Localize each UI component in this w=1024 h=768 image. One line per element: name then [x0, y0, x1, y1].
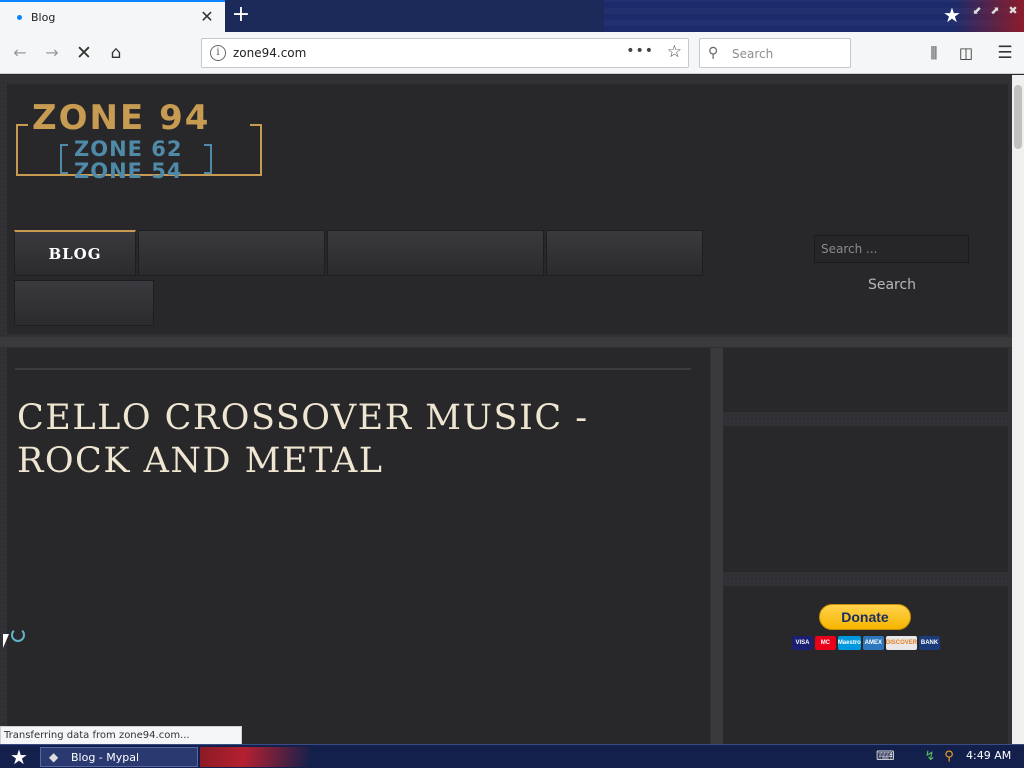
tab-title: Blog	[31, 10, 56, 24]
menu-item-3[interactable]	[327, 230, 544, 276]
mastercard-icon: MC	[814, 636, 836, 650]
logo-bracket-right	[204, 144, 212, 174]
search-icon: ⚲	[708, 45, 719, 61]
payment-cards: VISA MC Maestro AMEX DISCOVER BANK	[792, 636, 940, 652]
keyboard-icon[interactable]: ⌨	[876, 748, 895, 766]
menu-item-5[interactable]	[14, 280, 154, 326]
page-actions-icon[interactable]: •••	[626, 43, 654, 59]
sidebar-icon[interactable]: ◫	[955, 42, 977, 64]
url-bar[interactable]: i zone94.com ••• ☆	[201, 38, 689, 68]
post-title[interactable]: CELLO CROSSOVER MUSIC - ROCK AND METAL	[17, 397, 637, 483]
status-text: Transferring data from zone94.com...	[0, 726, 242, 745]
menu-item-blog[interactable]: BLOG	[14, 230, 136, 276]
main-menu: BLOG	[14, 230, 714, 330]
minimize-icon[interactable]: ⬋	[970, 4, 984, 18]
network-icon[interactable]: ↯	[922, 748, 938, 766]
mouse-cursor-icon	[3, 634, 15, 648]
logo-bracket-left	[60, 144, 68, 174]
forward-arrow-icon[interactable]: →	[40, 41, 64, 65]
menu-item-label: BLOG	[48, 245, 102, 263]
page-scrollbar[interactable]	[1012, 75, 1024, 744]
taskbar-flag	[200, 747, 310, 767]
sidebar-widget-2	[723, 426, 1008, 572]
window-close-icon[interactable]: ✖	[1006, 4, 1020, 18]
bank-icon: BANK	[919, 636, 940, 650]
os-taskbar: ★ ◆ Blog - Mypal ⌨ ↯ ⚲ 4:49 AM	[0, 744, 1024, 768]
menu-item-2[interactable]	[138, 230, 325, 276]
donate-button[interactable]: Donate	[819, 604, 911, 630]
menu-item-4[interactable]	[546, 230, 703, 276]
theme-star-icon: ★	[943, 3, 961, 27]
tab-strip: Blog ✕ + ★ ⬋ ⬈ ✖	[0, 0, 1024, 32]
browser-search-placeholder: Search	[732, 47, 774, 61]
library-icon[interactable]: ⫼	[923, 42, 945, 64]
start-star-icon[interactable]: ★	[8, 746, 30, 768]
bookmark-star-icon[interactable]: ☆	[667, 42, 682, 62]
screen: Blog ✕ + ★ ⬋ ⬈ ✖ ← → ✕ ⌂ i zone94.com ••…	[0, 0, 1024, 768]
logo-line-3: ZONE 54	[74, 159, 183, 183]
tab-close-icon[interactable]: ✕	[199, 9, 215, 25]
section-divider	[0, 337, 1012, 347]
tab-blog[interactable]: Blog ✕	[0, 0, 225, 32]
site-search-input[interactable]: Search ...	[814, 235, 969, 263]
maestro-icon: Maestro	[837, 636, 861, 650]
content-separator	[15, 368, 691, 370]
navigation-toolbar: ← → ✕ ⌂ i zone94.com ••• ☆ ⚲ Search ⫼ ◫ …	[0, 32, 1024, 74]
sidebar-widget-1	[723, 348, 1008, 412]
loading-dot-icon	[17, 14, 22, 20]
maximize-icon[interactable]: ⬈	[988, 4, 1002, 18]
taskbar-item-mypal[interactable]: ◆ Blog - Mypal	[40, 747, 198, 767]
visa-card-icon: VISA	[792, 636, 813, 650]
site-header: ZONE 94 ZONE 62 ZONE 54 BLOG Search ... …	[7, 84, 1008, 334]
scrollbar-thumb[interactable]	[1014, 85, 1022, 149]
site-search-button[interactable]: Search	[842, 273, 942, 297]
mypal-app-icon: ◆	[49, 750, 59, 764]
stop-loading-icon[interactable]: ✕	[72, 41, 96, 65]
taskbar-item-label: Blog - Mypal	[71, 750, 140, 764]
sidebar-gutter	[711, 348, 723, 744]
search-tray-icon[interactable]: ⚲	[941, 748, 957, 766]
discover-icon: DISCOVER	[885, 636, 918, 650]
clock: 4:49 AM	[966, 749, 1012, 762]
new-tab-button[interactable]: +	[230, 4, 252, 26]
amex-icon: AMEX	[862, 636, 884, 650]
logo-line-2: ZONE 62	[74, 137, 183, 161]
hamburger-menu-icon[interactable]: ☰	[994, 42, 1016, 64]
back-arrow-icon[interactable]: ←	[8, 41, 32, 65]
browser-search-input[interactable]: ⚲ Search	[699, 38, 851, 68]
url-text: zone94.com	[233, 46, 307, 60]
home-icon[interactable]: ⌂	[104, 41, 128, 65]
site-logo[interactable]: ZONE 94 ZONE 62 ZONE 54	[16, 98, 262, 184]
site-info-icon[interactable]: i	[210, 45, 226, 61]
